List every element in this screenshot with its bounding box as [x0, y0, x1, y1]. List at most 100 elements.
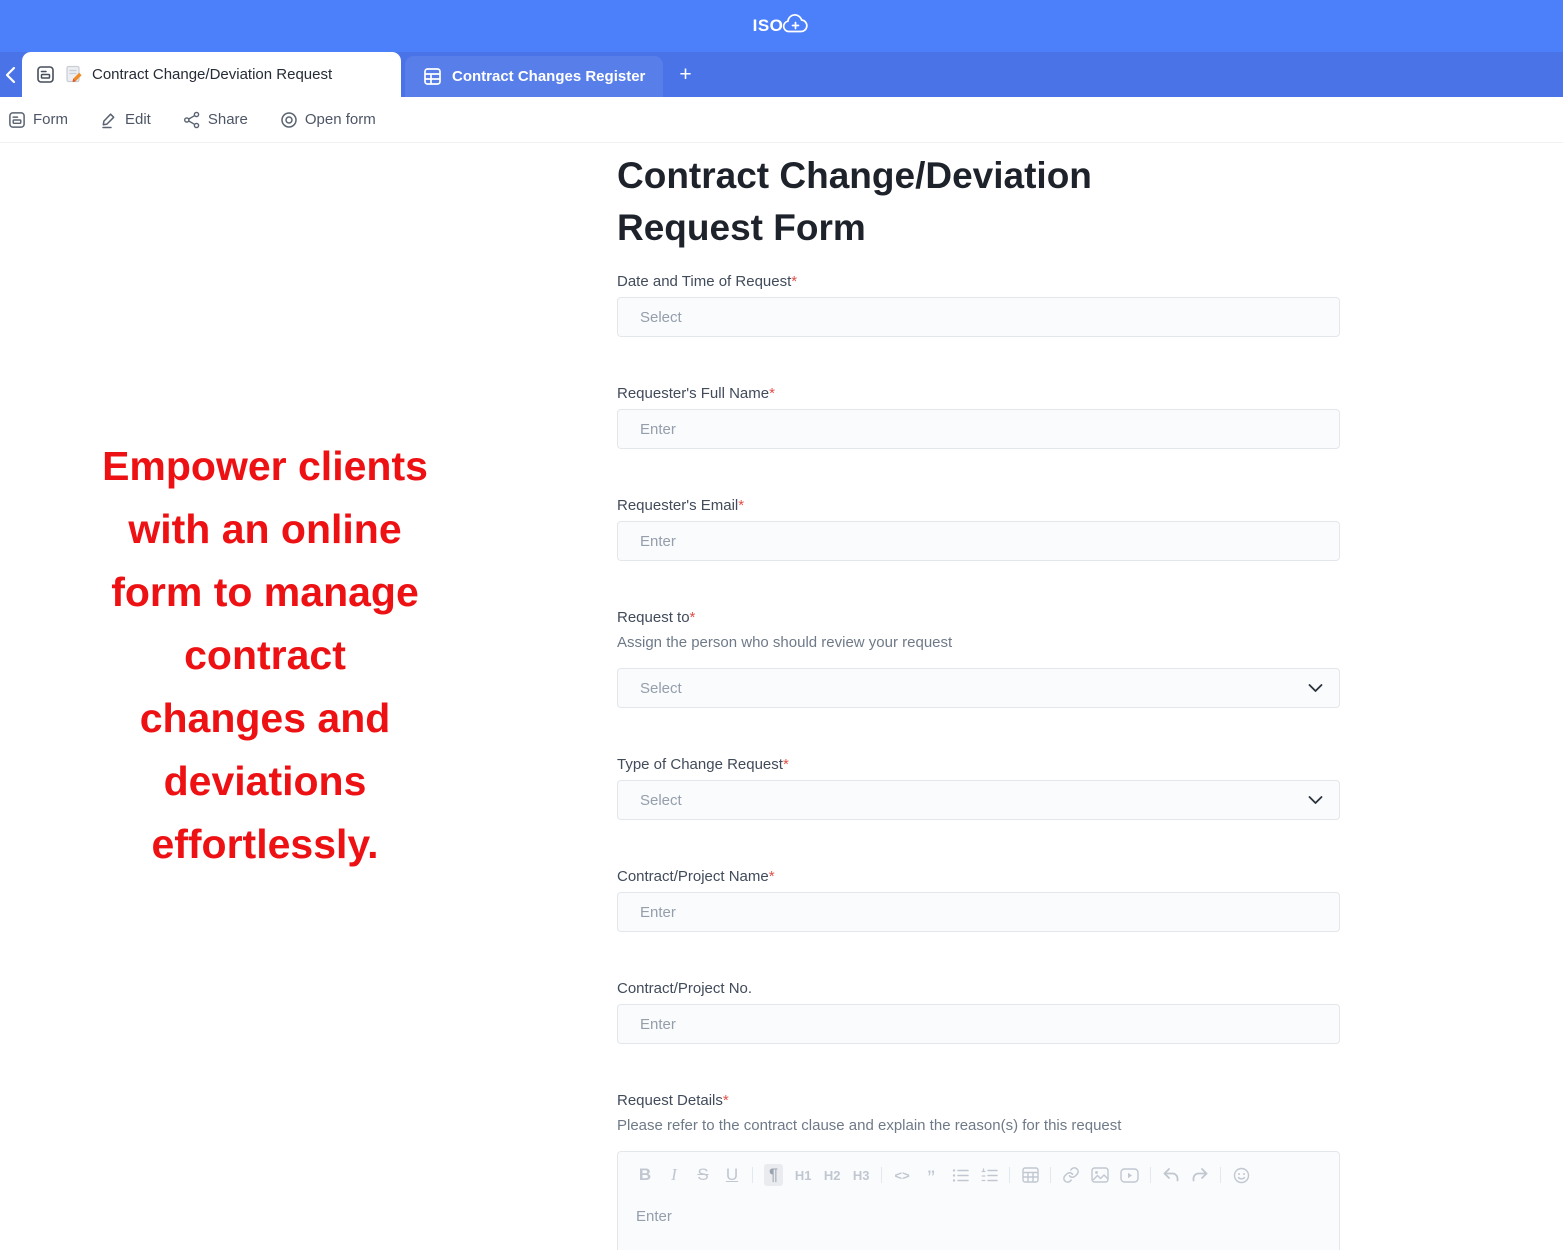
field-label-text: Requester's Email — [617, 497, 738, 514]
select-placeholder: Select — [640, 792, 682, 809]
annotation-line: deviations — [55, 750, 475, 813]
required-asterisk: * — [769, 385, 775, 402]
field-label-text: Date and Time of Request — [617, 273, 791, 290]
required-asterisk: * — [791, 273, 797, 290]
toolbar-divider — [1220, 1167, 1221, 1183]
underline-icon[interactable]: U — [723, 1164, 741, 1186]
field-label: Requester's Email* — [617, 496, 1340, 516]
heading2-icon[interactable]: H2 — [823, 1164, 841, 1186]
doc-pencil-icon — [64, 65, 83, 84]
form-view-label: Form — [33, 111, 68, 128]
field-label: Contract/Project Name* — [617, 867, 1340, 887]
form-canvas: Empower clients with an online form to m… — [0, 143, 1563, 1250]
bullet-list-icon[interactable] — [951, 1164, 969, 1186]
email-input[interactable] — [617, 521, 1340, 561]
undo-icon[interactable] — [1162, 1164, 1180, 1186]
back-chevron-button[interactable] — [0, 52, 22, 97]
field-label-text: Contract/Project No. — [617, 980, 752, 997]
field-label-text: Requester's Full Name — [617, 385, 769, 402]
rich-text-editor[interactable]: B I S U ¶ H1 H2 H3 <> ” — [617, 1151, 1340, 1250]
field-date-time-of-request: Date and Time of Request* — [617, 272, 1340, 337]
form-view-button[interactable]: Form — [8, 111, 68, 129]
tab-label: Contract Changes Register — [452, 68, 645, 85]
open-form-button[interactable]: Open form — [280, 111, 376, 129]
editor-toolbar: B I S U ¶ H1 H2 H3 <> ” — [636, 1162, 1321, 1188]
annotation-line: form to manage — [55, 561, 475, 624]
annotation-line: effortlessly. — [55, 813, 475, 876]
view-toolbar: Form Edit Share Open fo — [0, 97, 1563, 143]
chevron-down-icon — [1308, 683, 1323, 693]
chevron-down-icon — [1308, 795, 1323, 805]
table-grid-icon — [423, 67, 442, 86]
ordered-list-icon[interactable] — [980, 1164, 998, 1186]
field-requesters-email: Requester's Email* — [617, 496, 1340, 561]
annotation-line: with an online — [55, 498, 475, 561]
table-icon[interactable] — [1021, 1164, 1039, 1186]
pencil-icon — [100, 111, 118, 129]
toolbar-divider — [1150, 1167, 1151, 1183]
required-asterisk: * — [769, 868, 775, 885]
image-icon[interactable] — [1091, 1164, 1109, 1186]
chevron-left-icon — [5, 66, 17, 84]
italic-icon[interactable]: I — [665, 1164, 683, 1186]
add-tab-button[interactable]: + — [663, 52, 707, 97]
open-form-label: Open form — [305, 111, 376, 128]
change-type-select[interactable]: Select — [617, 780, 1340, 820]
strikethrough-icon[interactable]: S — [694, 1164, 712, 1186]
video-icon[interactable] — [1120, 1164, 1139, 1186]
edit-button[interactable]: Edit — [100, 111, 151, 129]
bold-icon[interactable]: B — [636, 1164, 654, 1186]
field-label: Requester's Full Name* — [617, 384, 1340, 404]
project-name-input[interactable] — [617, 892, 1340, 932]
heading3-icon[interactable]: H3 — [852, 1164, 870, 1186]
full-name-input[interactable] — [617, 409, 1340, 449]
code-icon[interactable]: <> — [893, 1164, 911, 1186]
link-icon[interactable] — [1062, 1164, 1080, 1186]
paragraph-icon[interactable]: ¶ — [764, 1164, 783, 1186]
editor-placeholder[interactable]: Enter — [636, 1208, 1321, 1225]
request-to-select[interactable]: Select — [617, 668, 1340, 708]
field-label: Request to* — [617, 608, 1340, 628]
field-label: Date and Time of Request* — [617, 272, 1340, 292]
toolbar-divider — [1009, 1167, 1010, 1183]
logo-text: ISO — [753, 16, 784, 36]
field-description: Assign the person who should review your… — [617, 633, 1340, 653]
blockquote-icon[interactable]: ” — [922, 1164, 940, 1186]
redo-icon[interactable] — [1191, 1164, 1209, 1186]
project-no-input[interactable] — [617, 1004, 1340, 1044]
emoji-icon[interactable] — [1232, 1164, 1250, 1186]
field-label-text: Request Details — [617, 1092, 723, 1109]
cloud-plus-icon — [780, 13, 810, 35]
tab-contract-changes-register[interactable]: Contract Changes Register — [405, 56, 663, 97]
field-label-text: Type of Change Request — [617, 756, 783, 773]
field-label: Request Details* — [617, 1091, 1340, 1111]
form-title: Contract Change/Deviation Request Form — [617, 150, 1207, 254]
field-request-details: Request Details* Please refer to the con… — [617, 1091, 1340, 1250]
field-label: Contract/Project No. — [617, 979, 1340, 999]
required-asterisk: * — [738, 497, 744, 514]
share-button[interactable]: Share — [183, 111, 248, 129]
field-label-text: Request to — [617, 609, 690, 626]
toolbar-divider — [752, 1167, 753, 1183]
field-label: Type of Change Request* — [617, 755, 1340, 775]
form-icon — [8, 111, 26, 129]
annotation-line: Empower clients — [55, 435, 475, 498]
form-icon — [36, 65, 55, 84]
required-asterisk: * — [723, 1092, 729, 1109]
field-requesters-full-name: Requester's Full Name* — [617, 384, 1340, 449]
select-placeholder: Select — [640, 680, 682, 697]
required-asterisk: * — [783, 756, 789, 773]
annotation-line: changes and — [55, 687, 475, 750]
field-label-text: Contract/Project Name — [617, 868, 769, 885]
tab-contract-change-deviation-request[interactable]: Contract Change/Deviation Request — [22, 52, 401, 97]
date-time-input[interactable] — [617, 297, 1340, 337]
heading1-icon[interactable]: H1 — [794, 1164, 812, 1186]
app-logo: ISO — [753, 16, 811, 36]
field-request-to: Request to* Assign the person who should… — [617, 608, 1340, 708]
field-contract-project-name: Contract/Project Name* — [617, 867, 1340, 932]
annotation-line: contract — [55, 624, 475, 687]
toolbar-divider — [881, 1167, 882, 1183]
form-body: Contract Change/Deviation Request Form D… — [617, 143, 1340, 1250]
tab-label: Contract Change/Deviation Request — [92, 66, 332, 83]
edit-label: Edit — [125, 111, 151, 128]
